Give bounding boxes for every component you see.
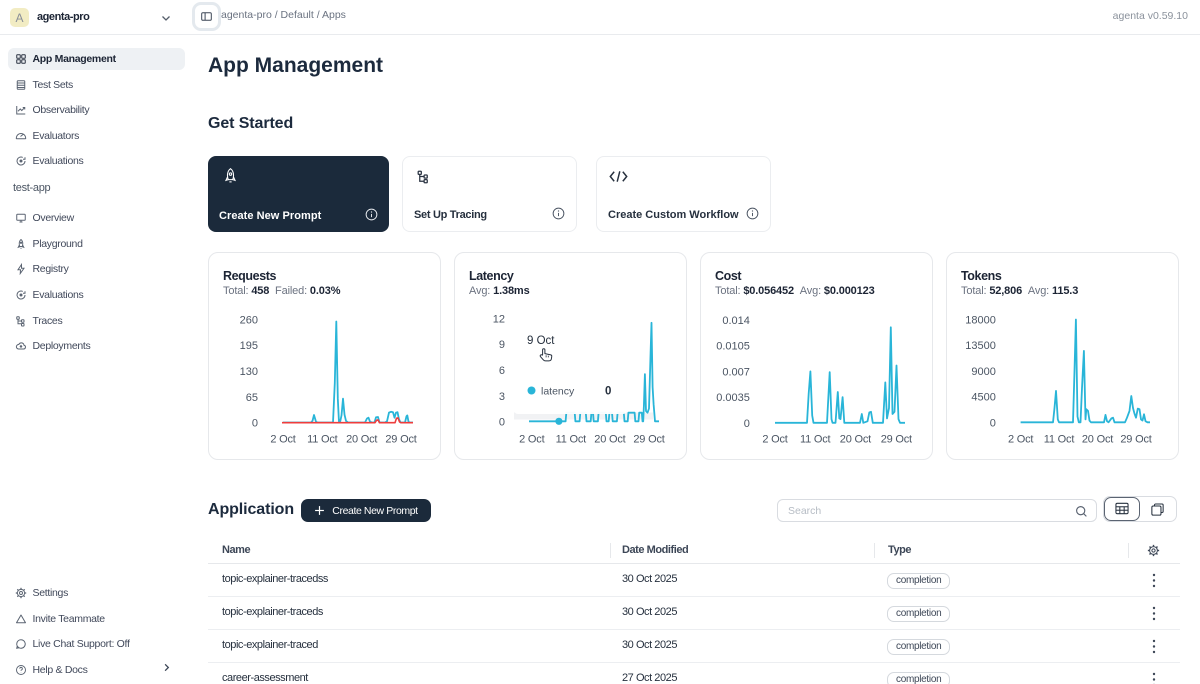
svg-text:13500: 13500 xyxy=(965,340,996,352)
svg-text:2 Oct: 2 Oct xyxy=(1008,434,1033,446)
svg-text:29 Oct: 29 Oct xyxy=(881,434,912,446)
svg-text:0.014: 0.014 xyxy=(722,315,750,327)
svg-text:0.0035: 0.0035 xyxy=(716,392,750,404)
svg-text:0: 0 xyxy=(744,418,750,430)
svg-text:29 Oct: 29 Oct xyxy=(385,434,416,446)
svg-text:9: 9 xyxy=(499,339,505,351)
svg-text:20 Oct: 20 Oct xyxy=(594,434,625,446)
svg-text:9 Oct: 9 Oct xyxy=(527,335,555,347)
svg-text:6: 6 xyxy=(499,365,505,377)
svg-text:18000: 18000 xyxy=(965,315,996,327)
svg-text:latency: latency xyxy=(541,386,575,398)
svg-text:195: 195 xyxy=(240,340,258,352)
svg-text:65: 65 xyxy=(246,392,258,404)
svg-text:4500: 4500 xyxy=(971,392,995,404)
svg-text:12: 12 xyxy=(493,314,505,326)
svg-text:20 Oct: 20 Oct xyxy=(840,434,871,446)
svg-text:260: 260 xyxy=(240,315,258,327)
svg-text:3: 3 xyxy=(499,391,505,403)
svg-text:0: 0 xyxy=(605,386,611,398)
svg-text:0: 0 xyxy=(990,417,996,429)
svg-text:2 Oct: 2 Oct xyxy=(762,434,787,446)
svg-text:11 Oct: 11 Oct xyxy=(800,434,831,446)
svg-text:2 Oct: 2 Oct xyxy=(270,434,295,446)
svg-text:11 Oct: 11 Oct xyxy=(1044,434,1075,446)
svg-text:0: 0 xyxy=(499,417,505,429)
svg-text:20 Oct: 20 Oct xyxy=(346,434,377,446)
svg-text:9000: 9000 xyxy=(971,366,995,378)
svg-text:11 Oct: 11 Oct xyxy=(556,434,587,446)
svg-text:130: 130 xyxy=(240,366,258,378)
svg-text:29 Oct: 29 Oct xyxy=(633,434,664,446)
svg-text:11 Oct: 11 Oct xyxy=(307,434,338,446)
svg-text:20 Oct: 20 Oct xyxy=(1082,434,1113,446)
svg-text:0.007: 0.007 xyxy=(722,366,750,378)
svg-text:2 Oct: 2 Oct xyxy=(519,434,544,446)
svg-text:0.0105: 0.0105 xyxy=(716,341,750,353)
svg-text:0: 0 xyxy=(252,418,258,430)
svg-text:29 Oct: 29 Oct xyxy=(1120,434,1151,446)
